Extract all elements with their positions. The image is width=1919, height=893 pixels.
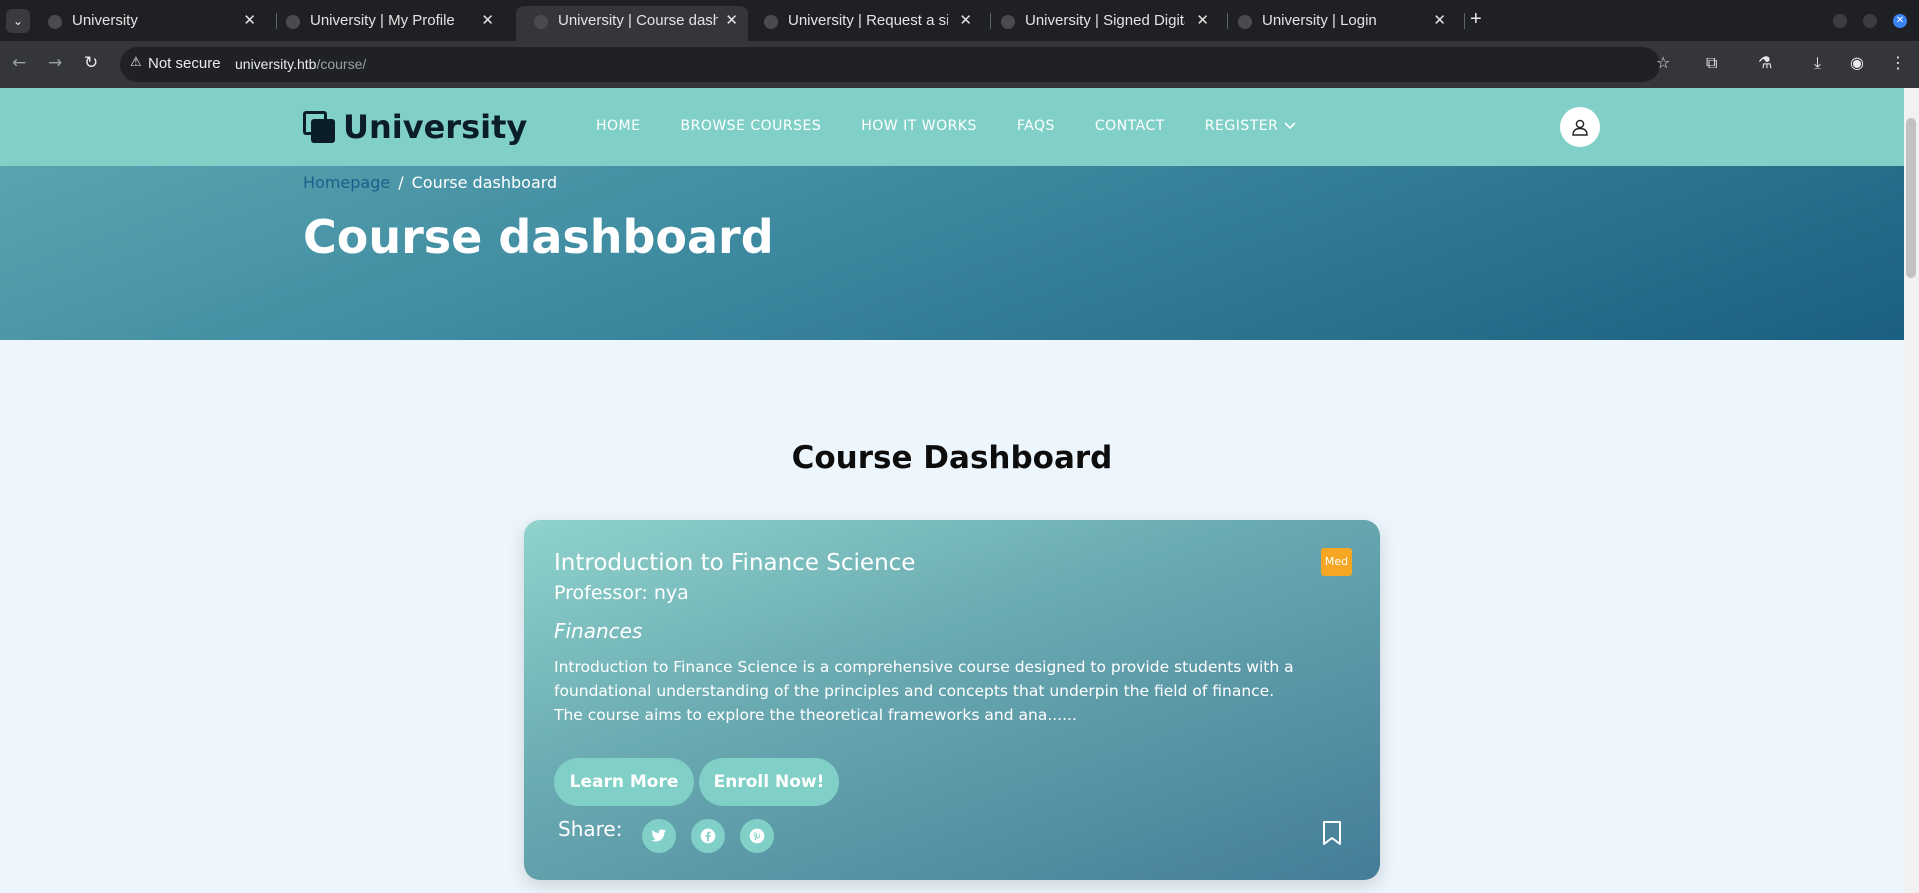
nav-contact[interactable]: CONTACT (1095, 118, 1165, 134)
url-text[interactable]: university.htb/course/ (235, 56, 366, 72)
extensions-icon[interactable]: ⧉ (1706, 53, 1717, 73)
pinterest-icon (749, 828, 765, 844)
tab-request-signed[interactable]: University | Request a sig ✕ (746, 6, 982, 41)
security-label[interactable]: Not secure (148, 55, 221, 72)
pinterest-share-button[interactable] (740, 819, 774, 853)
browser-tab-bar: ⌄ University ✕ University | My Profile ✕… (0, 0, 1919, 41)
warning-icon[interactable]: ⚠ (130, 55, 142, 70)
site-header: University HOME BROWSE COURSES HOW IT WO… (0, 88, 1904, 166)
profile-icon[interactable]: ◉ (1850, 53, 1864, 72)
twitter-share-button[interactable] (642, 819, 676, 853)
course-description: Introduction to Finance Science is a com… (554, 658, 1294, 724)
tab-title: University | Signed Digita (1025, 12, 1185, 29)
tab-course-dashboard[interactable]: University | Course dashb ✕ (516, 6, 748, 41)
close-tab-icon[interactable]: ✕ (959, 6, 972, 35)
close-tab-icon[interactable]: ✕ (243, 6, 256, 35)
twitter-icon (651, 829, 667, 842)
hero-banner: Homepage / Course dashboard Course dashboa… (0, 166, 1904, 340)
maximize-window-button[interactable] (1863, 14, 1877, 28)
section-title: Course Dashboard (791, 440, 1113, 476)
reload-icon[interactable]: ↻ (84, 53, 98, 73)
nav-browse-courses[interactable]: BROWSE COURSES (680, 118, 821, 134)
breadcrumb-home-link[interactable]: Homepage (303, 173, 390, 192)
back-icon[interactable]: ← (12, 53, 26, 73)
breadcrumb-separator: / (398, 173, 404, 192)
page-viewport: University HOME BROWSE COURSES HOW IT WO… (0, 88, 1904, 893)
url-host: university.htb (235, 56, 317, 72)
new-tab-button[interactable]: + (1470, 8, 1482, 31)
course-professor: Professor: nya (554, 582, 689, 604)
nav-faqs[interactable]: FAQS (1017, 118, 1055, 134)
course-category: Finances (554, 619, 643, 643)
favicon-icon (286, 15, 300, 29)
learn-more-button[interactable]: Learn More (554, 758, 694, 806)
bookmark-star-icon[interactable]: ☆ (1656, 53, 1670, 72)
favicon-icon (1238, 15, 1252, 29)
tab-university[interactable]: University ✕ (30, 6, 266, 41)
forward-icon[interactable]: → (48, 53, 62, 73)
page-title: Course dashboard (303, 210, 774, 264)
tab-search-button[interactable]: ⌄ (6, 9, 30, 33)
nav-register-label: REGISTER (1204, 118, 1279, 134)
close-window-button[interactable]: ✕ (1893, 14, 1907, 28)
tab-title: University | My Profile (310, 12, 455, 29)
enroll-now-button[interactable]: Enroll Now! (699, 758, 839, 806)
tab-login[interactable]: University | Login ✕ (1220, 6, 1456, 41)
close-tab-icon[interactable]: ✕ (1433, 6, 1446, 35)
breadcrumb-current: Course dashboard (411, 173, 558, 192)
downloads-icon[interactable]: ⤓ (1814, 53, 1821, 73)
site-logo[interactable]: University (303, 108, 527, 146)
user-icon (1572, 119, 1588, 136)
level-badge: Med (1321, 548, 1352, 576)
logo-text: University (343, 108, 528, 146)
tab-title: University (72, 12, 138, 29)
course-card: Introduction to Finance Science Professo… (524, 520, 1380, 880)
nav-how-it-works[interactable]: HOW IT WORKS (861, 118, 977, 134)
course-title[interactable]: Introduction to Finance Science (554, 550, 915, 576)
favicon-icon (1001, 15, 1015, 29)
logo-squares-icon (303, 111, 335, 143)
tab-my-profile[interactable]: University | My Profile ✕ (268, 6, 504, 41)
nav-register[interactable]: REGISTER (1205, 118, 1297, 134)
nav-home[interactable]: HOME (596, 118, 640, 134)
tab-title: University | Request a sig (788, 12, 948, 29)
tab-title: University | Login (1262, 12, 1377, 29)
share-label: Share: (558, 817, 623, 841)
facebook-share-button[interactable] (691, 819, 725, 853)
tab-separator (1464, 13, 1465, 29)
favicon-icon (764, 15, 778, 29)
favicon-icon (534, 15, 548, 29)
facebook-icon (700, 828, 716, 844)
tab-title: University | Course dashb (558, 12, 718, 29)
close-tab-icon[interactable]: ✕ (725, 6, 738, 35)
tab-signed-digital[interactable]: University | Signed Digita ✕ (983, 6, 1219, 41)
main-nav: HOME BROWSE COURSES HOW IT WORKS FAQS CO… (596, 118, 1336, 134)
breadcrumb: Homepage / Course dashboard (303, 173, 557, 192)
page-scrollbar-thumb[interactable] (1906, 118, 1916, 278)
chevron-down-icon (1284, 119, 1296, 133)
close-tab-icon[interactable]: ✕ (1196, 6, 1209, 35)
bookmark-icon (1323, 821, 1341, 845)
address-bar[interactable]: ⚠ Not secure university.htb/course/ (120, 47, 1660, 82)
browser-toolbar: ← → ↻ ⚠ Not secure university.htb/course… (0, 41, 1919, 88)
more-menu-icon[interactable]: ⋮ (1890, 53, 1906, 72)
labs-flask-icon[interactable]: ⚗ (1758, 53, 1772, 72)
favicon-icon (48, 15, 62, 29)
minimize-window-button[interactable] (1833, 14, 1847, 28)
close-tab-icon[interactable]: ✕ (481, 6, 494, 35)
url-path: /course/ (316, 56, 367, 72)
bookmark-button[interactable] (1321, 820, 1343, 850)
user-account-button[interactable] (1560, 107, 1600, 147)
